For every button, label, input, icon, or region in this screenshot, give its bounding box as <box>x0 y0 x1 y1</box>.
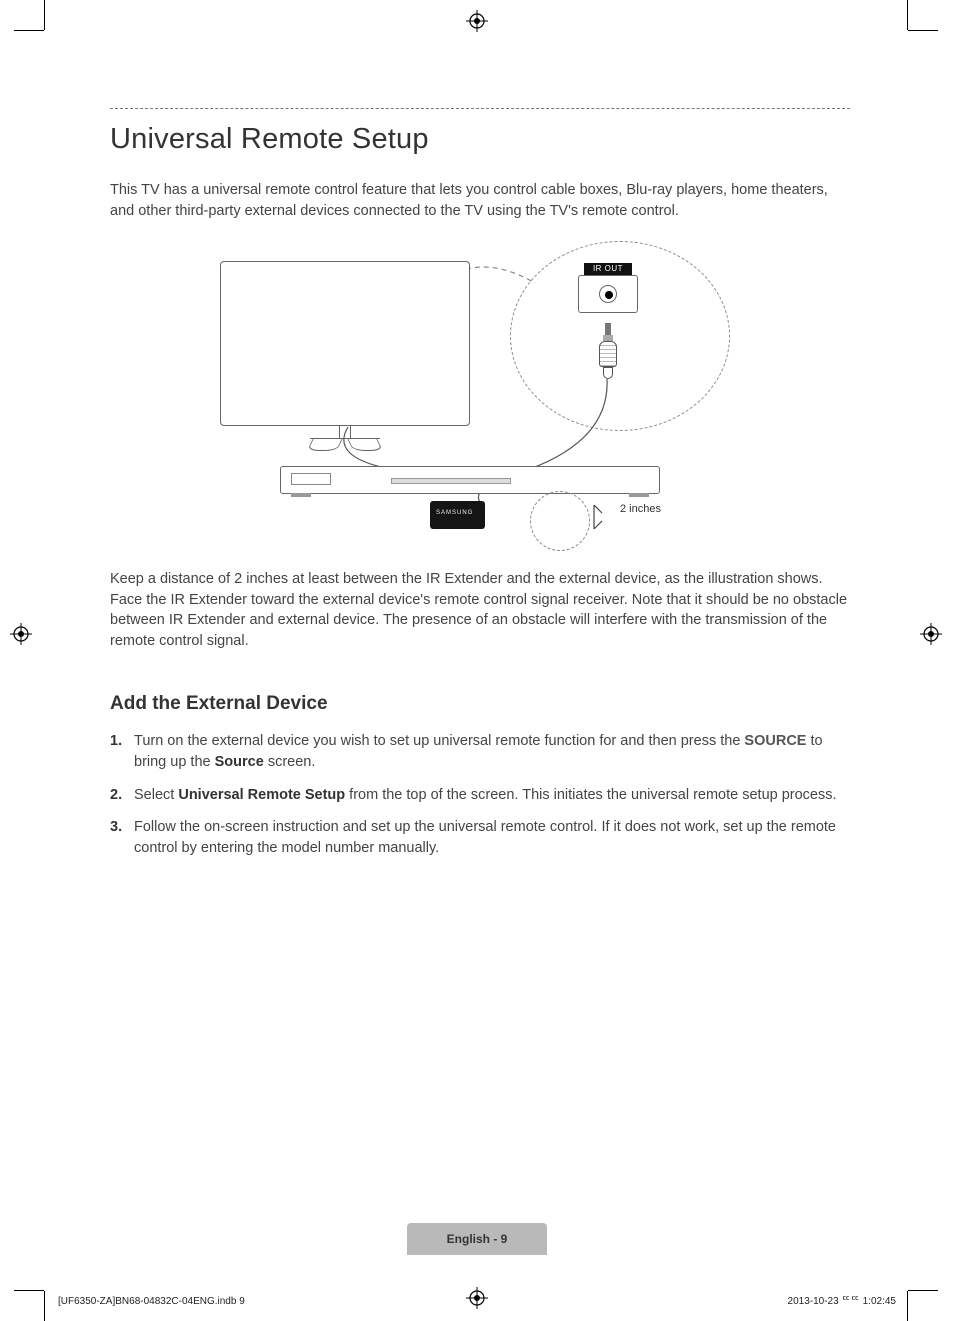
step-text: Select Universal Remote Setup from the t… <box>134 787 837 803</box>
page-number-tab: English - 9 <box>407 1223 547 1255</box>
step-text: Follow the on-screen instruction and set… <box>134 819 836 856</box>
step-1: 1. Turn on the external device you wish … <box>110 731 850 772</box>
distance-bracket: 2 inches <box>592 503 640 531</box>
ir-extender-brand: SAMSUNG <box>436 510 473 516</box>
step-text: Turn on the external device you wish to … <box>134 733 823 770</box>
page-number-label: English - 9 <box>447 1232 508 1246</box>
keyword-universal-remote-setup: Universal Remote Setup <box>178 787 345 803</box>
illustration-caption: Keep a distance of 2 inches at least bet… <box>110 569 850 651</box>
intro-paragraph: This TV has a universal remote control f… <box>110 180 850 221</box>
registration-mark-icon <box>920 623 942 645</box>
hdmi-cable-line <box>340 427 400 471</box>
registration-mark-icon <box>466 10 488 32</box>
step-3: 3. Follow the on-screen instruction and … <box>110 817 850 858</box>
tv-icon <box>220 261 470 426</box>
crop-mark <box>44 1291 45 1321</box>
distance-label: 2 inches <box>620 503 661 515</box>
crop-mark <box>908 30 938 31</box>
imprint-left: [UF6350-ZA]BN68-04832C-04ENG.indb 9 <box>58 1296 245 1307</box>
registration-mark-icon <box>466 1287 488 1309</box>
step-number: 1. <box>110 731 122 752</box>
page-content: Universal Remote Setup This TV has a uni… <box>110 108 850 870</box>
manual-page: Universal Remote Setup This TV has a uni… <box>0 0 954 1321</box>
steps-list: 1. Turn on the external device you wish … <box>110 731 850 858</box>
step-2: 2. Select Universal Remote Setup from th… <box>110 785 850 806</box>
ir-out-label: IR OUT <box>584 263 632 275</box>
step-number: 2. <box>110 785 122 806</box>
page-title: Universal Remote Setup <box>110 123 850 156</box>
crop-mark <box>907 1291 908 1321</box>
crop-mark <box>907 0 908 30</box>
section-divider <box>110 108 850 109</box>
crop-mark <box>44 0 45 30</box>
crop-mark <box>14 30 44 31</box>
section-heading: Add the External Device <box>110 693 850 715</box>
crop-mark <box>14 1290 44 1291</box>
ir-extender-icon: SAMSUNG <box>430 501 485 529</box>
step-number: 3. <box>110 817 122 838</box>
ir-signal-circle-icon <box>530 491 590 551</box>
keyword-source-button: SOURCE <box>744 733 806 749</box>
imprint-right: 2013-10-23 ᄄᄄ 1:02:45 <box>788 1292 896 1307</box>
bluray-player-icon <box>280 466 660 494</box>
crop-mark <box>908 1290 938 1291</box>
ir-out-port-icon: IR OUT <box>578 263 638 313</box>
setup-illustration: IR OUT SAMSUNG <box>220 241 740 551</box>
registration-mark-icon <box>10 623 32 645</box>
keyword-source-screen: Source <box>215 754 264 770</box>
